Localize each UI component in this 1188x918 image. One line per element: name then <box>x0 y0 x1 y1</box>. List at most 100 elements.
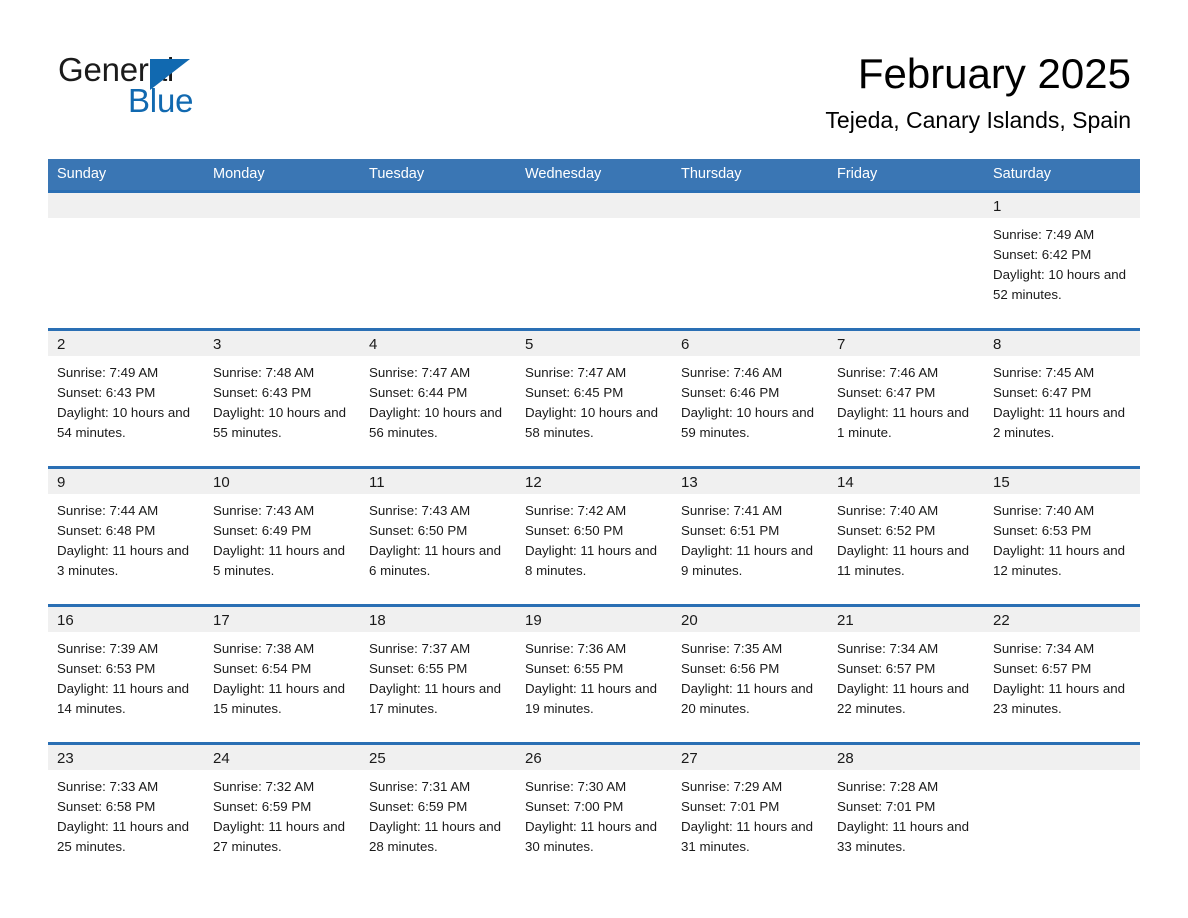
calendar-day-cell[interactable]: 26 Sunrise: 7:30 AM Sunset: 7:00 PM Dayligh… <box>516 742 672 880</box>
calendar-day-cell[interactable]: 2 Sunrise: 7:49 AM Sunset: 6:43 PM Daylight… <box>48 328 204 468</box>
day-number: 5 <box>516 331 672 356</box>
sunset-time: Sunset: 6:47 PM <box>993 385 1092 400</box>
calendar-day-cell[interactable]: 9 Sunrise: 7:44 AM Sunset: 6:48 PM Daylight… <box>48 466 204 606</box>
page-title: February 2025 <box>857 50 1131 97</box>
sunset-time: Sunset: 6:52 PM <box>837 523 936 538</box>
day-details: Sunrise: 7:43 AM Sunset: 6:50 PM Daylight:… <box>360 494 516 581</box>
calendar-week-row: 16 Sunrise: 7:39 AM Sunset: 6:53 PM Dayligh… <box>48 604 1140 744</box>
sunrise-time: Sunrise: 7:45 AM <box>993 365 1095 380</box>
sunset-time: Sunset: 7:01 PM <box>681 799 780 814</box>
sunset-time: Sunset: 6:59 PM <box>369 799 468 814</box>
sunrise-time: Sunrise: 7:47 AM <box>525 365 627 380</box>
calendar-day-cell[interactable]: 1 Sunrise: 7:49 AM Sunset: 6:42 PM Daylight… <box>984 190 1140 330</box>
sunset-time: Sunset: 6:50 PM <box>369 523 468 538</box>
daylight-duration: Daylight: 10 hours and 59 minutes. <box>681 405 815 440</box>
calendar-day-cell[interactable]: 13 Sunrise: 7:41 AM Sunset: 6:51 PM Dayligh… <box>672 466 828 606</box>
calendar-day-cell[interactable]: 5 Sunrise: 7:47 AM Sunset: 6:45 PM Daylight… <box>516 328 672 468</box>
sunrise-time: Sunrise: 7:46 AM <box>837 365 939 380</box>
calendar-empty-cell <box>984 742 1140 880</box>
logo-wordmark-blue: Blue <box>128 82 194 119</box>
calendar-empty-cell <box>48 190 204 330</box>
calendar-day-cell[interactable]: 25 Sunrise: 7:31 AM Sunset: 6:59 PM Dayligh… <box>360 742 516 880</box>
day-number <box>360 193 516 218</box>
day-number <box>204 193 360 218</box>
calendar-day-cell[interactable]: 28 Sunrise: 7:28 AM Sunset: 7:01 PM Dayligh… <box>828 742 984 880</box>
calendar-day-cell[interactable]: 10 Sunrise: 7:43 AM Sunset: 6:49 PM Dayligh… <box>204 466 360 606</box>
daylight-duration: Daylight: 11 hours and 17 minutes. <box>369 681 502 716</box>
daylight-duration: Daylight: 11 hours and 3 minutes. <box>57 543 190 578</box>
calendar-empty-cell <box>672 190 828 330</box>
calendar-body: 1 Sunrise: 7:49 AM Sunset: 6:42 PM Daylight… <box>48 190 1140 880</box>
day-details: Sunrise: 7:39 AM Sunset: 6:53 PM Daylight:… <box>48 632 204 719</box>
calendar-table: Sunday Monday Tuesday Wednesday Thursday… <box>48 159 1140 880</box>
daylight-duration: Daylight: 11 hours and 15 minutes. <box>213 681 346 716</box>
day-number: 12 <box>516 469 672 494</box>
calendar-day-cell[interactable]: 20 Sunrise: 7:35 AM Sunset: 6:56 PM Dayligh… <box>672 604 828 744</box>
calendar-day-cell[interactable]: 22 Sunrise: 7:34 AM Sunset: 6:57 PM Dayligh… <box>984 604 1140 744</box>
calendar-day-cell[interactable]: 27 Sunrise: 7:29 AM Sunset: 7:01 PM Dayligh… <box>672 742 828 880</box>
calendar-day-cell[interactable]: 15 Sunrise: 7:40 AM Sunset: 6:53 PM Dayligh… <box>984 466 1140 606</box>
sunrise-time: Sunrise: 7:49 AM <box>57 365 159 380</box>
sunset-time: Sunset: 6:44 PM <box>369 385 468 400</box>
calendar-day-cell[interactable]: 12 Sunrise: 7:42 AM Sunset: 6:50 PM Dayligh… <box>516 466 672 606</box>
calendar-day-cell[interactable]: 19 Sunrise: 7:36 AM Sunset: 6:55 PM Dayligh… <box>516 604 672 744</box>
day-details: Sunrise: 7:42 AM Sunset: 6:50 PM Daylight:… <box>516 494 672 581</box>
day-details: Sunrise: 7:43 AM Sunset: 6:49 PM Daylight:… <box>204 494 360 581</box>
sunrise-time: Sunrise: 7:37 AM <box>369 641 471 656</box>
day-number: 15 <box>984 469 1140 494</box>
sunset-time: Sunset: 6:53 PM <box>57 661 156 676</box>
day-details: Sunrise: 7:33 AM Sunset: 6:58 PM Daylight:… <box>48 770 204 857</box>
sunrise-time: Sunrise: 7:49 AM <box>993 227 1095 242</box>
daylight-duration: Daylight: 10 hours and 54 minutes. <box>57 405 191 440</box>
calendar-day-cell[interactable]: 16 Sunrise: 7:39 AM Sunset: 6:53 PM Dayligh… <box>48 604 204 744</box>
day-details: Sunrise: 7:30 AM Sunset: 7:00 PM Daylight:… <box>516 770 672 857</box>
daylight-duration: Daylight: 11 hours and 33 minutes. <box>837 819 970 854</box>
calendar-day-cell[interactable]: 8 Sunrise: 7:45 AM Sunset: 6:47 PM Daylight… <box>984 328 1140 468</box>
calendar-day-cell[interactable]: 24 Sunrise: 7:32 AM Sunset: 6:59 PM Dayligh… <box>204 742 360 880</box>
weekday-header-thursday: Thursday <box>672 159 828 192</box>
day-number: 10 <box>204 469 360 494</box>
sunrise-time: Sunrise: 7:34 AM <box>993 641 1095 656</box>
calendar-day-cell[interactable]: 23 Sunrise: 7:33 AM Sunset: 6:58 PM Dayligh… <box>48 742 204 880</box>
sunset-time: Sunset: 6:47 PM <box>837 385 936 400</box>
calendar-day-cell[interactable]: 18 Sunrise: 7:37 AM Sunset: 6:55 PM Dayligh… <box>360 604 516 744</box>
calendar-day-cell[interactable]: 11 Sunrise: 7:43 AM Sunset: 6:50 PM Dayligh… <box>360 466 516 606</box>
calendar-day-cell[interactable]: 7 Sunrise: 7:46 AM Sunset: 6:47 PM Daylight… <box>828 328 984 468</box>
sunrise-time: Sunrise: 7:38 AM <box>213 641 315 656</box>
general-blue-logo[interactable]: General Blue <box>58 52 298 122</box>
day-details: Sunrise: 7:46 AM Sunset: 6:46 PM Daylight:… <box>672 356 828 443</box>
weekday-header-tuesday: Tuesday <box>360 159 516 192</box>
sunrise-time: Sunrise: 7:43 AM <box>369 503 471 518</box>
calendar-day-cell[interactable]: 14 Sunrise: 7:40 AM Sunset: 6:52 PM Dayligh… <box>828 466 984 606</box>
calendar-day-cell[interactable]: 6 Sunrise: 7:46 AM Sunset: 6:46 PM Daylight… <box>672 328 828 468</box>
sunset-time: Sunset: 7:01 PM <box>837 799 936 814</box>
weekday-header-wednesday: Wednesday <box>516 159 672 192</box>
day-number <box>828 193 984 218</box>
day-number: 17 <box>204 607 360 632</box>
sunset-time: Sunset: 6:53 PM <box>993 523 1092 538</box>
calendar-day-cell[interactable]: 3 Sunrise: 7:48 AM Sunset: 6:43 PM Daylight… <box>204 328 360 468</box>
sunrise-time: Sunrise: 7:40 AM <box>993 503 1095 518</box>
day-details: Sunrise: 7:40 AM Sunset: 6:53 PM Daylight:… <box>984 494 1140 581</box>
calendar-day-cell[interactable]: 21 Sunrise: 7:34 AM Sunset: 6:57 PM Dayligh… <box>828 604 984 744</box>
sunset-time: Sunset: 6:48 PM <box>57 523 156 538</box>
day-number: 22 <box>984 607 1140 632</box>
day-number: 13 <box>672 469 828 494</box>
sunrise-time: Sunrise: 7:42 AM <box>525 503 627 518</box>
daylight-duration: Daylight: 11 hours and 12 minutes. <box>993 543 1126 578</box>
sunrise-time: Sunrise: 7:32 AM <box>213 779 315 794</box>
day-details: Sunrise: 7:47 AM Sunset: 6:45 PM Daylight:… <box>516 356 672 443</box>
calendar-day-cell[interactable]: 17 Sunrise: 7:38 AM Sunset: 6:54 PM Dayligh… <box>204 604 360 744</box>
sunset-time: Sunset: 6:56 PM <box>681 661 780 676</box>
day-details: Sunrise: 7:36 AM Sunset: 6:55 PM Daylight:… <box>516 632 672 719</box>
daylight-duration: Daylight: 11 hours and 19 minutes. <box>525 681 658 716</box>
sunrise-time: Sunrise: 7:47 AM <box>369 365 471 380</box>
daylight-duration: Daylight: 11 hours and 9 minutes. <box>681 543 814 578</box>
calendar-header-row: Sunday Monday Tuesday Wednesday Thursday… <box>48 159 1140 192</box>
day-number: 20 <box>672 607 828 632</box>
day-number <box>516 193 672 218</box>
sunrise-time: Sunrise: 7:29 AM <box>681 779 783 794</box>
sunrise-time: Sunrise: 7:40 AM <box>837 503 939 518</box>
daylight-duration: Daylight: 11 hours and 23 minutes. <box>993 681 1126 716</box>
calendar-day-cell[interactable]: 4 Sunrise: 7:47 AM Sunset: 6:44 PM Daylight… <box>360 328 516 468</box>
